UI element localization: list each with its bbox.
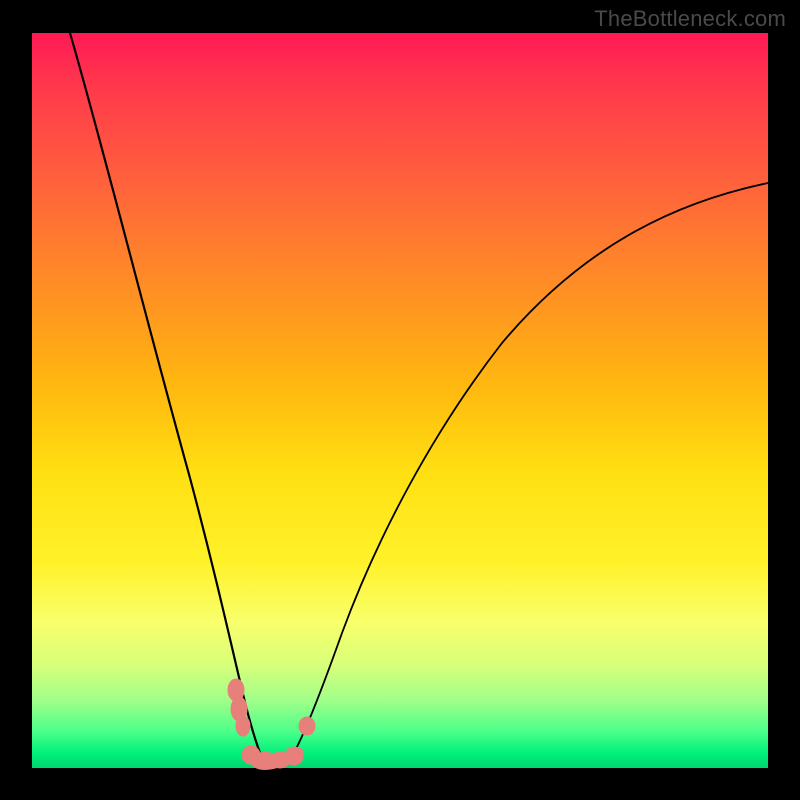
blob-bottom-0: [236, 716, 250, 736]
right-curve: [287, 183, 768, 765]
chart-frame: TheBottleneck.com: [0, 0, 800, 800]
watermark-text: TheBottleneck.com: [594, 6, 786, 32]
plot-area: [32, 33, 768, 768]
trough-markers: [228, 679, 315, 768]
left-curve: [70, 33, 263, 761]
blob-right: [299, 717, 315, 735]
curves-overlay: [32, 33, 768, 768]
